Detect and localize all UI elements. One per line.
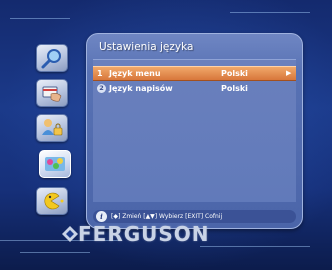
background-sparkle xyxy=(10,18,70,19)
search-icon xyxy=(41,49,61,69)
menu-item-value: Polski xyxy=(221,69,248,78)
sidebar-item-language[interactable] xyxy=(39,150,71,178)
tv-screen: Ustawienia języka 1 Język menu Polski ▶ … xyxy=(0,0,332,270)
info-icon: i xyxy=(96,211,107,222)
sidebar-item-search[interactable] xyxy=(36,44,68,72)
menu-item-subtitle-language[interactable]: 2 Język napisów Polski xyxy=(93,82,296,95)
menu-item-label: Język menu xyxy=(109,69,161,78)
panel-title: Ustawienia języka xyxy=(99,41,194,53)
language-settings-panel: Ustawienia języka 1 Język menu Polski ▶ … xyxy=(86,33,303,229)
menu-item-label: Język napisów xyxy=(109,84,173,93)
menu-item-number: 1 xyxy=(97,69,103,78)
menu-item-menu-language[interactable]: 1 Język menu Polski ▶ xyxy=(93,66,296,81)
menu-list: 1 Język menu Polski ▶ 2 Język napisów Po… xyxy=(93,59,296,202)
colors-icon xyxy=(45,157,65,171)
pacman-icon xyxy=(44,192,64,210)
hand-card-icon xyxy=(42,86,62,102)
ferguson-logo-icon xyxy=(62,226,78,242)
brand-logo: FERGUSON xyxy=(78,222,210,246)
sidebar-item-card[interactable] xyxy=(36,79,68,107)
menu-item-number: 2 xyxy=(97,84,106,93)
background-sparkle xyxy=(20,252,90,253)
sidebar-item-parental[interactable] xyxy=(36,114,68,142)
background-sparkle xyxy=(200,246,310,247)
menu-item-value: Polski xyxy=(221,84,248,93)
user-lock-icon xyxy=(42,119,63,136)
sidebar-item-games[interactable] xyxy=(36,187,68,215)
background-sparkle xyxy=(230,12,310,13)
chevron-right-icon[interactable]: ▶ xyxy=(286,67,291,80)
